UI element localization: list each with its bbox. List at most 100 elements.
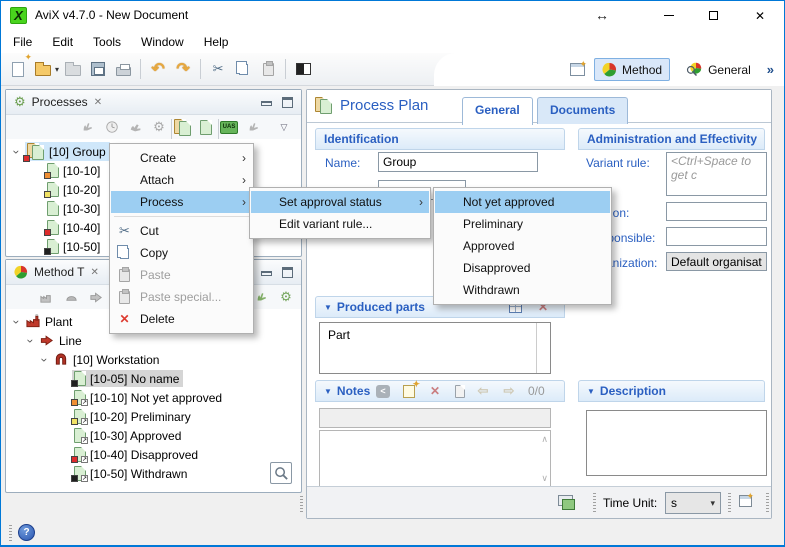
description-section-header: ▼ Description — [578, 380, 765, 402]
minimize-button[interactable] — [646, 1, 691, 30]
menu-item-approved[interactable]: Approved — [435, 235, 610, 257]
perspective-method-button[interactable]: Method — [594, 58, 670, 81]
perspective-general-button[interactable]: General — [679, 59, 758, 80]
menu-item-create[interactable]: Create› — [111, 147, 252, 169]
menu-item-cut[interactable]: ✂Cut — [111, 220, 252, 242]
method-tab-close-icon[interactable]: ✕ — [90, 267, 98, 278]
minimize-view-icon[interactable] — [261, 101, 272, 106]
delete-icon: ✕ — [111, 312, 138, 326]
save-icon[interactable] — [87, 57, 109, 81]
tree-row-process[interactable]: [10-50] — [47, 237, 100, 256]
redo-icon[interactable]: ↷ — [172, 57, 194, 81]
tab-general[interactable]: General — [462, 97, 533, 125]
print-icon[interactable] — [112, 57, 134, 81]
processes-tab-close-icon[interactable]: ✕ — [94, 97, 102, 108]
tree-row-workstation[interactable]: › [10] Workstation — [40, 350, 159, 369]
uas-icon[interactable]: UAS — [219, 117, 239, 137]
toolbar-menu-chevron-icon[interactable]: ▽ — [274, 117, 294, 137]
menu-item-edit-variant-rule[interactable]: Edit variant rule... — [251, 213, 429, 235]
tree-row-line[interactable]: › Line — [26, 331, 82, 350]
method-tab-pie-icon — [14, 265, 28, 279]
approval-status-submenu: Not yet approved Preliminary Approved Di… — [433, 187, 612, 305]
method-tab-label[interactable]: Method T — [34, 265, 84, 279]
trim-handle — [9, 525, 12, 541]
menu-item-copy[interactable]: Copy — [111, 242, 252, 264]
responsible-input[interactable] — [666, 227, 767, 246]
process-doc-icon — [47, 201, 59, 216]
time-unit-select[interactable]: s ▾ — [665, 492, 721, 514]
help-button[interactable]: ? — [18, 524, 35, 541]
tree-row-process[interactable]: [10-30] — [47, 199, 100, 218]
tab-documents[interactable]: Documents — [537, 97, 628, 124]
tree-row-operation[interactable]: ↗[10-10] Not yet approved — [74, 388, 222, 407]
menu-item-disapproved[interactable]: Disapproved — [435, 257, 610, 279]
cut-icon[interactable]: ✂ — [207, 57, 229, 81]
collapse-icon[interactable]: ▼ — [324, 303, 332, 312]
menu-help[interactable]: Help — [194, 32, 239, 52]
share-note-icon: < — [374, 383, 392, 399]
undo-icon[interactable]: ↶ — [147, 57, 169, 81]
tree-row-operation-selected[interactable]: [10-05] No name — [72, 369, 183, 388]
expander-icon[interactable]: › — [38, 355, 52, 364]
tree-row-operation[interactable]: ↗[10-50] Withdrawn — [74, 464, 187, 483]
cascade-windows-icon[interactable] — [558, 495, 573, 506]
minimize-view-icon[interactable] — [261, 271, 272, 276]
search-magnifier-button[interactable] — [270, 462, 292, 484]
menu-item-delete[interactable]: ✕Delete — [111, 308, 252, 330]
tree-row-process[interactable]: [10-40] — [47, 218, 100, 237]
description-text-area[interactable] — [586, 410, 767, 476]
previous-note-icon: ⇦ — [474, 383, 492, 399]
open-dropdown-icon[interactable]: ▾ — [55, 65, 59, 74]
open-perspective-icon[interactable]: ✦ — [570, 63, 585, 76]
menu-edit[interactable]: Edit — [42, 32, 83, 52]
maximize-view-icon[interactable] — [282, 97, 293, 108]
menu-item-preliminary[interactable]: Preliminary — [435, 213, 610, 235]
menu-item-attach[interactable]: Attach› — [111, 169, 252, 191]
menu-window[interactable]: Window — [131, 32, 194, 52]
tree-row-operation[interactable]: ↗[10-40] Disapproved — [74, 445, 198, 464]
menu-file[interactable]: File — [3, 32, 42, 52]
maximize-button[interactable] — [691, 1, 736, 30]
expander-icon[interactable]: › — [24, 336, 38, 345]
tree-row-plant[interactable]: › Plant — [12, 312, 72, 331]
new-document-icon[interactable]: ✦ — [7, 57, 29, 81]
green-gear-icon[interactable]: ⚙ — [276, 287, 296, 307]
name-input[interactable] — [378, 152, 538, 172]
open-folder-icon[interactable] — [32, 57, 54, 81]
copy-icon[interactable] — [232, 57, 254, 81]
new-note-icon[interactable]: ✦ — [400, 383, 418, 399]
tree-row-process[interactable]: [10-20] — [47, 180, 100, 199]
tree-row-process-root[interactable]: › [10] Group — [12, 142, 110, 161]
menu-item-process[interactable]: Process› — [111, 191, 252, 213]
close-button[interactable]: ✕ — [736, 1, 784, 30]
version-input[interactable] — [666, 202, 767, 221]
menu-item-set-approval-status[interactable]: Set approval status› — [251, 191, 429, 213]
note-document-icon — [451, 383, 469, 399]
perspective-overflow-icon[interactable]: » — [767, 62, 776, 77]
collapse-icon[interactable]: ▼ — [324, 387, 332, 396]
process-doc-icon — [47, 220, 59, 235]
tree-row-operation[interactable]: ↗[10-20] Preliminary — [74, 407, 191, 426]
expander-icon[interactable]: › — [10, 317, 24, 326]
expander-icon[interactable]: › — [10, 147, 24, 156]
submenu-arrow-icon: › — [242, 195, 246, 209]
maximize-view-icon[interactable] — [282, 267, 293, 278]
tree-row-operation[interactable]: ↗[10-30] Approved — [74, 426, 181, 445]
variant-rule-input[interactable] — [666, 152, 767, 196]
menu-item-withdrawn[interactable]: Withdrawn — [435, 279, 610, 301]
layout-icon[interactable] — [292, 57, 314, 81]
new-view-icon[interactable]: ✦ — [739, 495, 752, 507]
menu-item-not-yet-approved[interactable]: Not yet approved — [435, 191, 610, 213]
general-pie-magnifier-icon — [686, 62, 703, 77]
main-toolbar: ✦ ▾ ↶ ↷ ✂ ✦ Method — [1, 53, 784, 86]
process-plan-icon[interactable] — [173, 117, 193, 137]
collapse-icon[interactable]: ▼ — [587, 387, 595, 396]
note-counter: 0/0 — [528, 384, 545, 398]
note-text-area[interactable]: ∧ ∨ — [319, 430, 551, 488]
produced-parts-table[interactable]: Part — [319, 322, 551, 374]
menu-tools[interactable]: Tools — [83, 32, 131, 52]
tree-row-process[interactable]: [10-10] — [47, 161, 100, 180]
green-hand-icon[interactable] — [252, 287, 272, 307]
process-doc-icon[interactable] — [196, 117, 216, 137]
processes-tab-label[interactable]: Processes — [32, 95, 88, 109]
